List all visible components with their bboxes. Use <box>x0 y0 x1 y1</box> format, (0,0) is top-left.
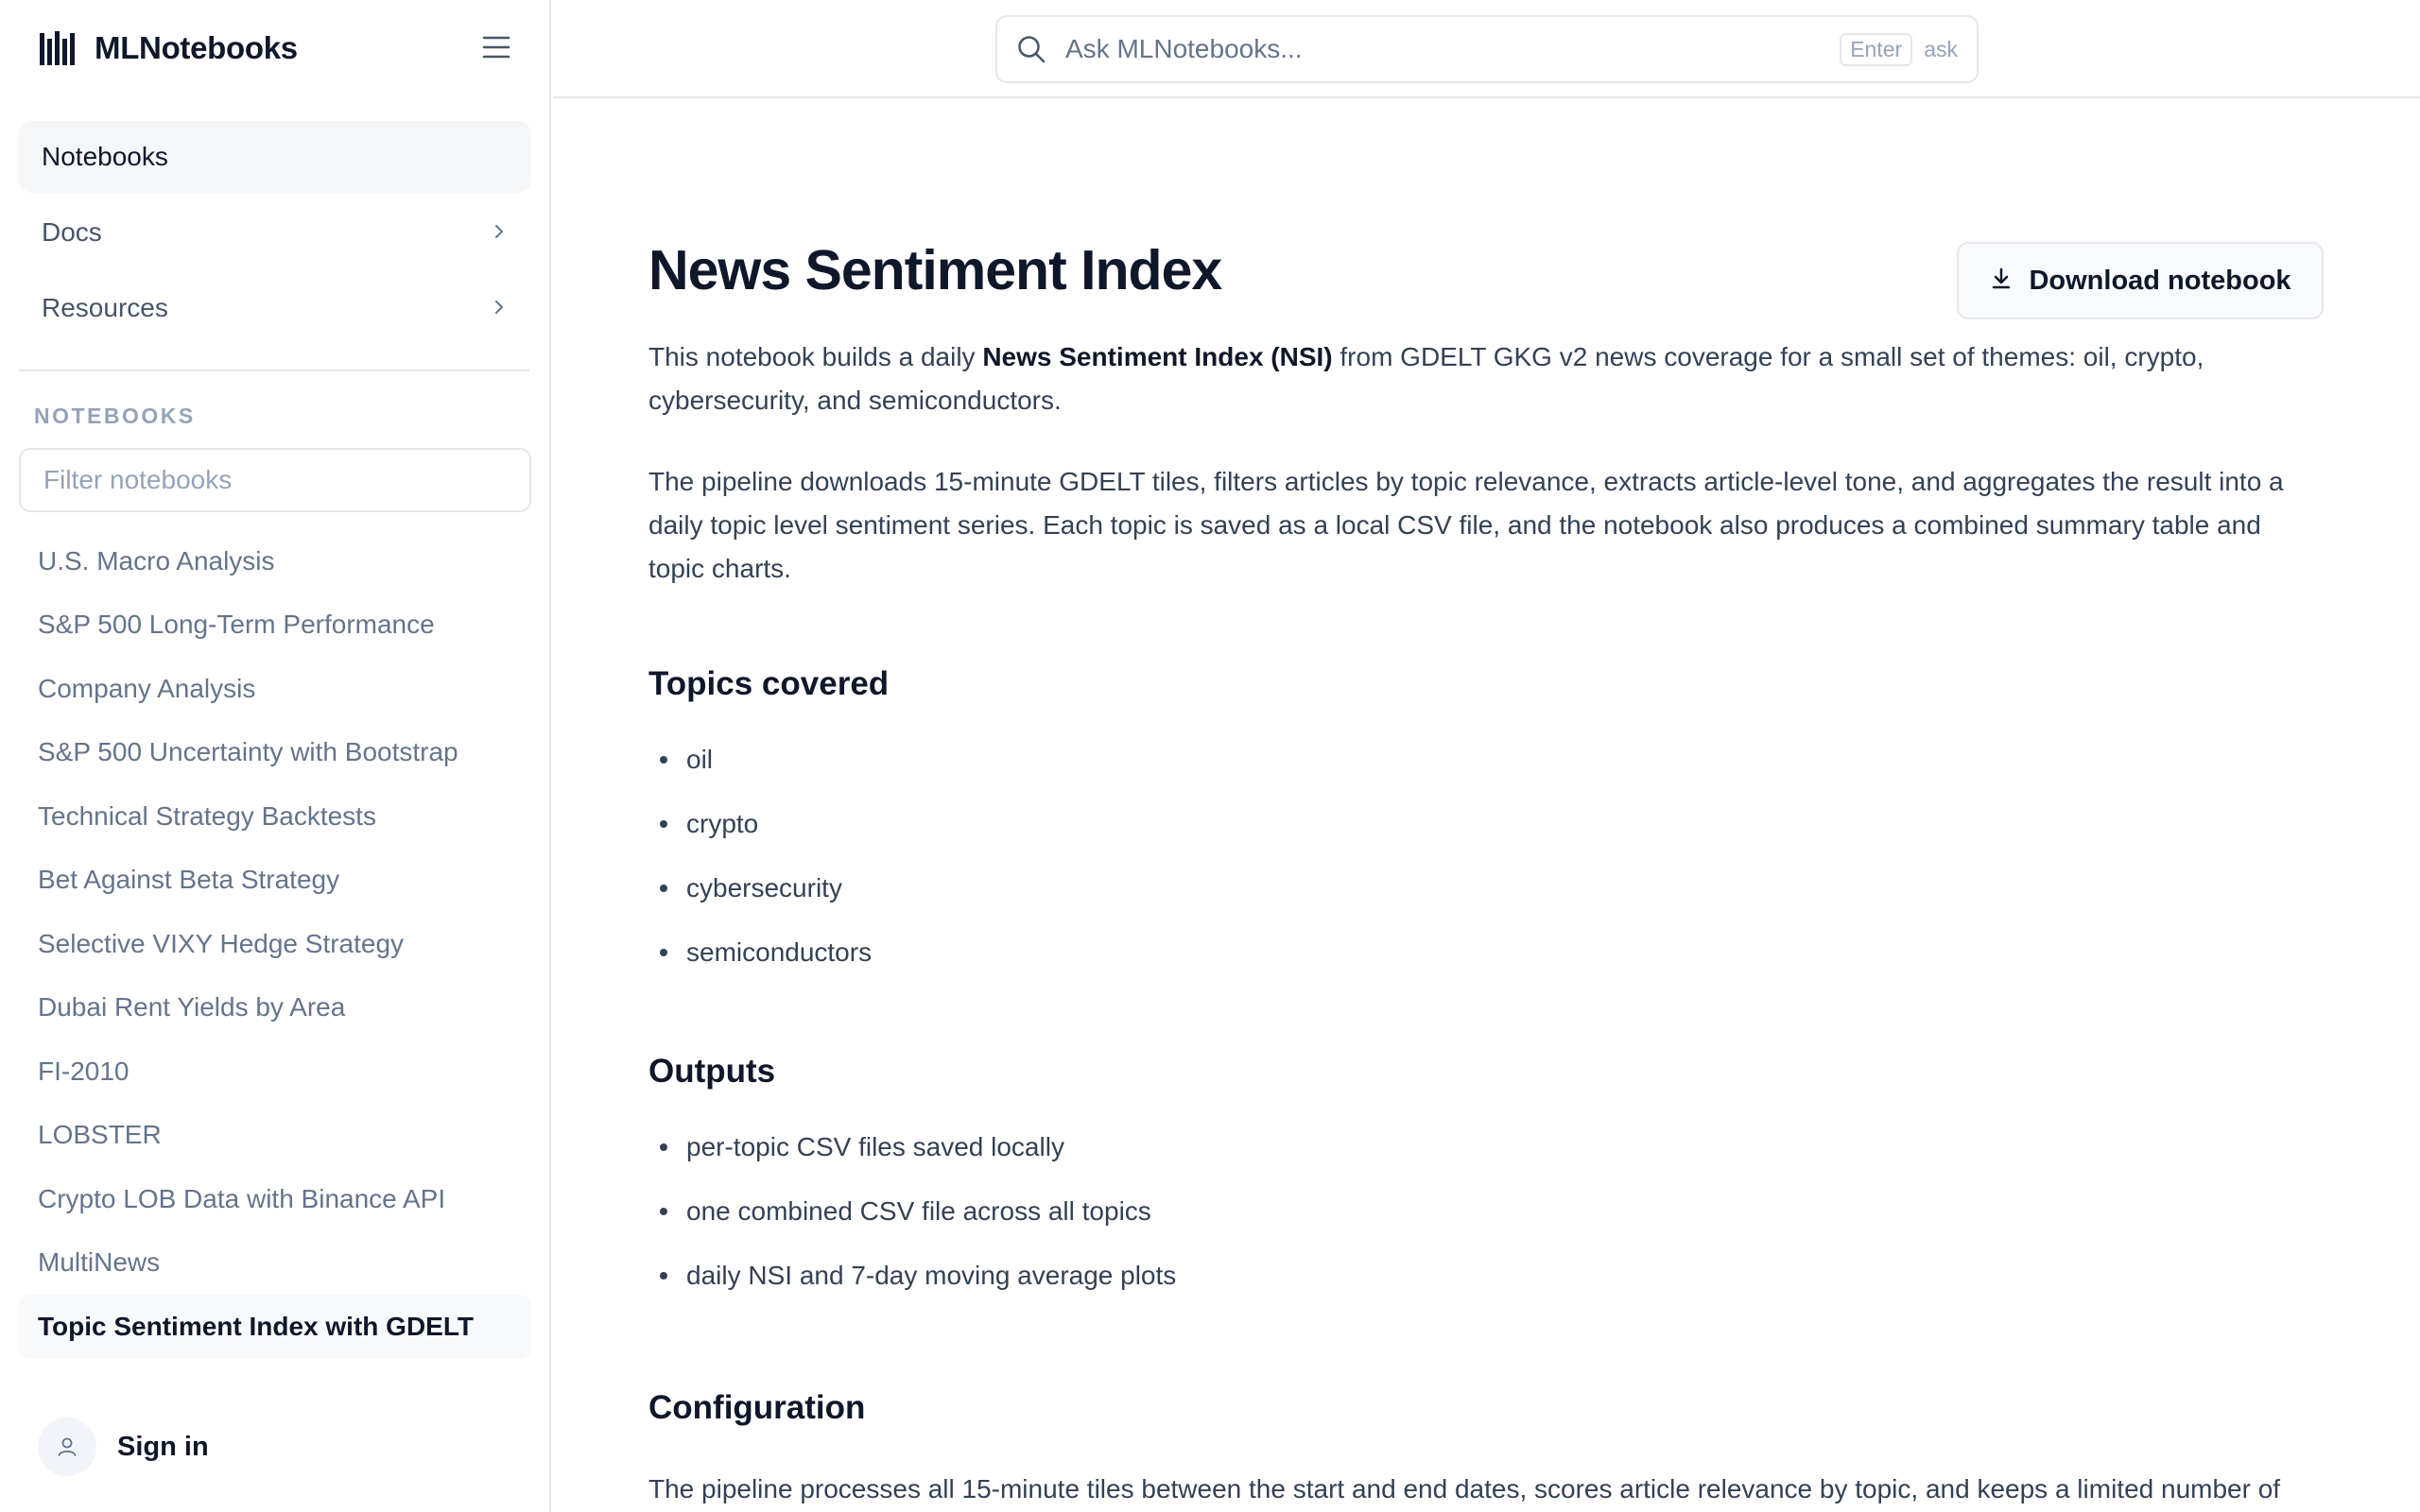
list-item: crypto <box>648 792 872 856</box>
notebook-item[interactable]: Technical Strategy Backtests <box>19 784 531 849</box>
list-item-text: one combined CSV file across all topics <box>686 1196 1151 1226</box>
topics-heading: Topics covered <box>648 665 890 702</box>
notebook-item-active[interactable]: Topic Sentiment Index with GDELT <box>19 1295 531 1359</box>
bullet <box>660 1208 667 1215</box>
pipeline-paragraph: The pipeline downloads 15-minute GDELT t… <box>648 467 2284 583</box>
brand-name: MLNotebooks <box>95 30 298 65</box>
intro-bold: News Sentiment Index (NSI) <box>982 342 1333 371</box>
top-bar: Ask MLNotebooks... Enter ask <box>553 0 2420 98</box>
bullet <box>660 1143 667 1151</box>
notebook-item[interactable]: Crypto LOB Data with Binance API <box>19 1167 531 1231</box>
chevron-right-icon <box>490 217 509 248</box>
brand[interactable]: MLNotebooks <box>38 28 298 68</box>
nav-item-docs[interactable]: Docs <box>19 197 531 268</box>
list-item: daily NSI and 7-day moving average plots <box>648 1244 1176 1308</box>
notebook-item[interactable]: Selective VIXY Hedge Strategy <box>19 912 531 976</box>
bullet <box>660 1272 667 1280</box>
enter-key-badge: Enter <box>1840 32 1913 66</box>
ask-search-bar[interactable]: Ask MLNotebooks... Enter ask <box>995 15 1979 83</box>
notebook-item[interactable]: S&P 500 Uncertainty with Bootstrap <box>19 721 531 785</box>
list-item: one combined CSV file across all topics <box>648 1179 1176 1244</box>
list-item-text: crypto <box>686 809 759 838</box>
notebook-item[interactable]: U.S. Macro Analysis <box>19 529 531 593</box>
bullet <box>660 885 667 892</box>
list-item-text: daily NSI and 7-day moving average plots <box>686 1261 1177 1290</box>
chevron-right-icon <box>490 293 509 323</box>
bullet <box>660 820 667 828</box>
download-label: Download notebook <box>2029 265 2291 296</box>
ask-hint: ask <box>1924 36 1958 61</box>
list-item: per-topic CSV files saved locally <box>648 1115 1176 1179</box>
notebook-item[interactable]: LOBSTER <box>19 1104 531 1168</box>
list-item-text: per-topic CSV files saved locally <box>686 1132 1064 1161</box>
configuration-paragraph: The pipeline processes all 15-minute til… <box>648 1474 2281 1503</box>
configuration-heading: Configuration <box>648 1389 866 1426</box>
search-placeholder: Ask MLNotebooks... <box>1065 34 1303 63</box>
page-title: News Sentiment Index <box>648 239 1222 301</box>
download-icon <box>1989 266 2014 296</box>
download-notebook-button[interactable]: Download notebook <box>1957 242 2324 319</box>
notebook-item[interactable]: Company Analysis <box>19 657 531 721</box>
hamburger-icon <box>482 35 510 64</box>
intro-paragraph: This notebook builds a daily News Sentim… <box>648 335 2322 422</box>
primary-nav: Notebooks Docs Resources <box>19 121 531 348</box>
notebook-item[interactable]: Bet Against Beta Strategy <box>19 849 531 913</box>
topics-list: oil crypto cybersecurity semiconductors <box>648 728 872 985</box>
notebook-item[interactable]: MultiNews <box>19 1231 531 1296</box>
list-item: semiconductors <box>648 920 872 985</box>
search-icon <box>1016 33 1048 65</box>
outputs-heading: Outputs <box>648 1053 776 1090</box>
outputs-list: per-topic CSV files saved locally one co… <box>648 1115 1176 1308</box>
nav-item-resources[interactable]: Resources <box>19 272 531 344</box>
notebook-list: U.S. Macro Analysis S&P 500 Long-Term Pe… <box>19 529 531 1359</box>
list-item: oil <box>648 728 872 792</box>
list-item: cybersecurity <box>648 856 872 920</box>
sign-in-label: Sign in <box>117 1431 209 1462</box>
sidebar-divider <box>19 369 529 371</box>
app-root: MLNotebooks Notebooks Docs Resources NOT… <box>0 0 2420 1512</box>
sign-in-button[interactable]: Sign in <box>38 1418 209 1476</box>
nav-item-label: Resources <box>42 293 168 322</box>
bullet <box>660 756 667 764</box>
section-label-notebooks: NOTEBOOKS <box>34 404 196 428</box>
nav-item-label: Notebooks <box>42 142 168 171</box>
intro-text: This notebook builds a daily <box>648 342 983 371</box>
list-item-text: oil <box>686 745 714 774</box>
notebook-item[interactable]: Dubai Rent Yields by Area <box>19 976 531 1040</box>
filter-notebooks-input[interactable] <box>19 448 531 512</box>
sidebar: MLNotebooks Notebooks Docs Resources NOT… <box>0 0 551 1512</box>
nav-item-label: Docs <box>42 217 102 247</box>
nav-item-notebooks[interactable]: Notebooks <box>19 121 531 193</box>
list-item-text: semiconductors <box>686 937 873 967</box>
menu-toggle-button[interactable] <box>477 32 515 66</box>
list-item-text: cybersecurity <box>686 873 842 902</box>
notebook-item[interactable]: S&P 500 Long-Term Performance <box>19 593 531 658</box>
notebook-item[interactable]: FI-2010 <box>19 1040 531 1104</box>
logo-icon <box>38 28 78 68</box>
bullet <box>660 949 667 956</box>
user-icon <box>38 1418 96 1476</box>
